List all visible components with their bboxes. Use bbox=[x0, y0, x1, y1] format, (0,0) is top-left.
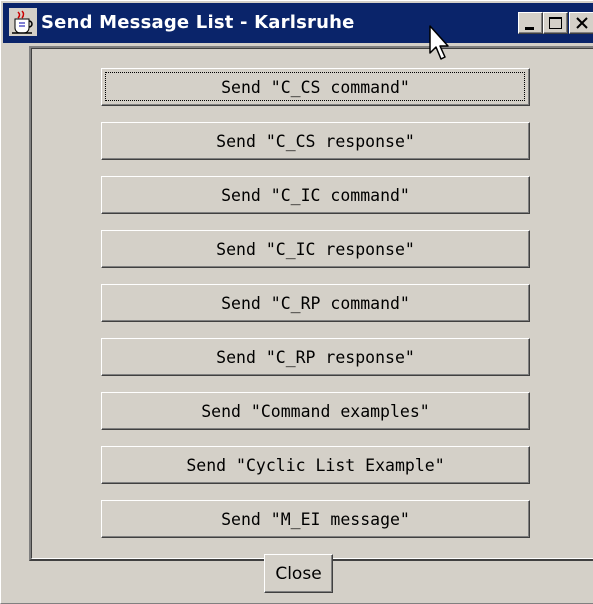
button-label: Send "C_RP response" bbox=[216, 347, 415, 367]
maximize-button[interactable] bbox=[543, 12, 568, 34]
message-list-panel: Send "C_CS command" Send "C_CS response"… bbox=[29, 46, 593, 561]
button-label: Send "C_IC command" bbox=[221, 185, 410, 205]
close-button[interactable]: Close bbox=[264, 554, 333, 593]
button-label: Send "C_IC response" bbox=[216, 239, 415, 259]
send-c-ic-response-button[interactable]: Send "C_IC response" bbox=[101, 230, 530, 268]
close-icon bbox=[576, 17, 588, 29]
button-label: Send "M_EI message" bbox=[221, 509, 410, 529]
send-c-rp-command-button[interactable]: Send "C_RP command" bbox=[101, 284, 530, 322]
send-message-list-window: Send Message List - Karlsruhe Send "C_CS… bbox=[0, 0, 593, 604]
send-c-rp-response-button[interactable]: Send "C_RP response" bbox=[101, 338, 530, 376]
button-label: Send "Command examples" bbox=[201, 401, 430, 421]
title-bar[interactable]: Send Message List - Karlsruhe bbox=[3, 3, 593, 60]
button-label: Send "C_CS response" bbox=[216, 131, 415, 151]
minimize-icon bbox=[525, 27, 534, 30]
send-c-ic-command-button[interactable]: Send "C_IC command" bbox=[101, 176, 530, 214]
minimize-button[interactable] bbox=[518, 12, 543, 34]
button-label: Send "C_RP command" bbox=[221, 293, 410, 313]
button-label: Send "Cyclic List Example" bbox=[186, 455, 445, 475]
send-cyclic-list-example-button[interactable]: Send "Cyclic List Example" bbox=[101, 446, 530, 484]
send-command-examples-button[interactable]: Send "Command examples" bbox=[101, 392, 530, 430]
close-button-label: Close bbox=[275, 563, 322, 584]
send-c-cs-response-button[interactable]: Send "C_CS response" bbox=[101, 122, 530, 160]
send-m-ei-message-button[interactable]: Send "M_EI message" bbox=[101, 500, 530, 538]
window-title: Send Message List - Karlsruhe bbox=[41, 12, 355, 33]
maximize-icon bbox=[549, 17, 562, 29]
send-c-cs-command-button[interactable]: Send "C_CS command" bbox=[101, 68, 530, 106]
close-window-button[interactable] bbox=[569, 12, 593, 34]
mouse-pointer-icon bbox=[429, 25, 449, 60]
java-cup-icon bbox=[9, 8, 37, 36]
button-label: Send "C_CS command" bbox=[221, 77, 410, 97]
